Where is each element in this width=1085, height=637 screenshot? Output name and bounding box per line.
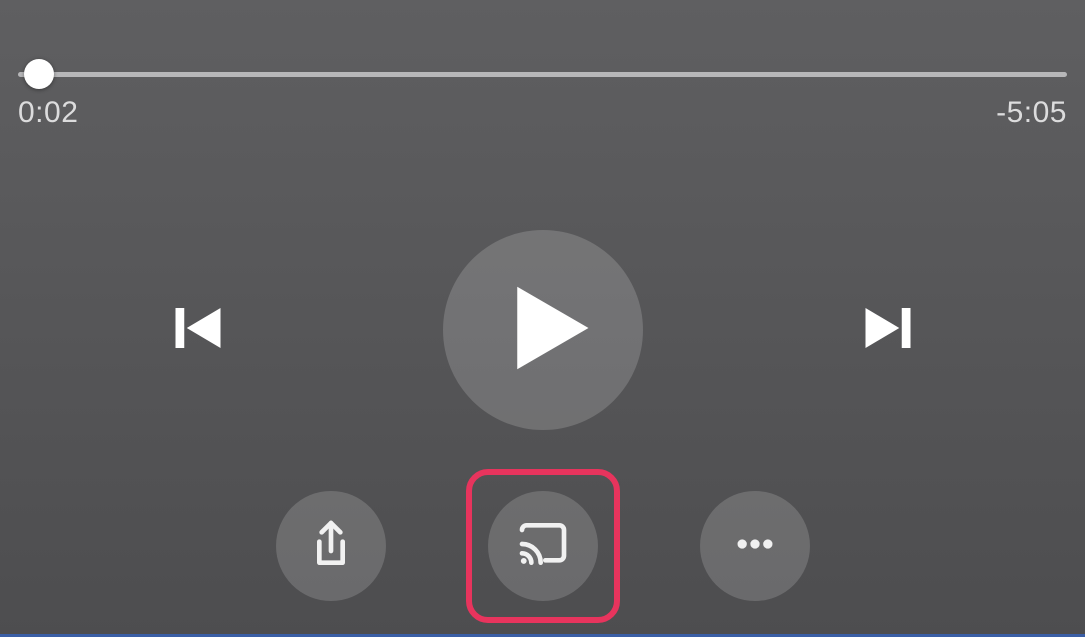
action-row xyxy=(0,469,1085,623)
next-track-button[interactable] xyxy=(853,295,923,365)
share-icon xyxy=(303,516,359,577)
time-labels: 0:02 -5:05 xyxy=(18,96,1067,130)
progress-scrubber[interactable] xyxy=(18,58,1067,90)
play-icon xyxy=(490,278,596,383)
progress-knob[interactable] xyxy=(24,59,54,89)
cast-button[interactable] xyxy=(488,491,598,601)
elapsed-time: 0:02 xyxy=(18,96,78,130)
previous-track-button[interactable] xyxy=(163,295,233,365)
remaining-time: -5:05 xyxy=(996,96,1067,130)
skip-next-icon xyxy=(858,298,918,363)
play-button[interactable] xyxy=(443,230,643,430)
transport-controls xyxy=(0,230,1085,430)
more-icon xyxy=(727,516,783,577)
cast-icon xyxy=(515,516,571,577)
progress-track xyxy=(18,72,1067,77)
cast-highlight xyxy=(466,469,620,623)
media-player: 0:02 -5:05 xyxy=(0,0,1085,637)
skip-previous-icon xyxy=(168,298,228,363)
more-options-button[interactable] xyxy=(700,491,810,601)
share-button[interactable] xyxy=(276,491,386,601)
